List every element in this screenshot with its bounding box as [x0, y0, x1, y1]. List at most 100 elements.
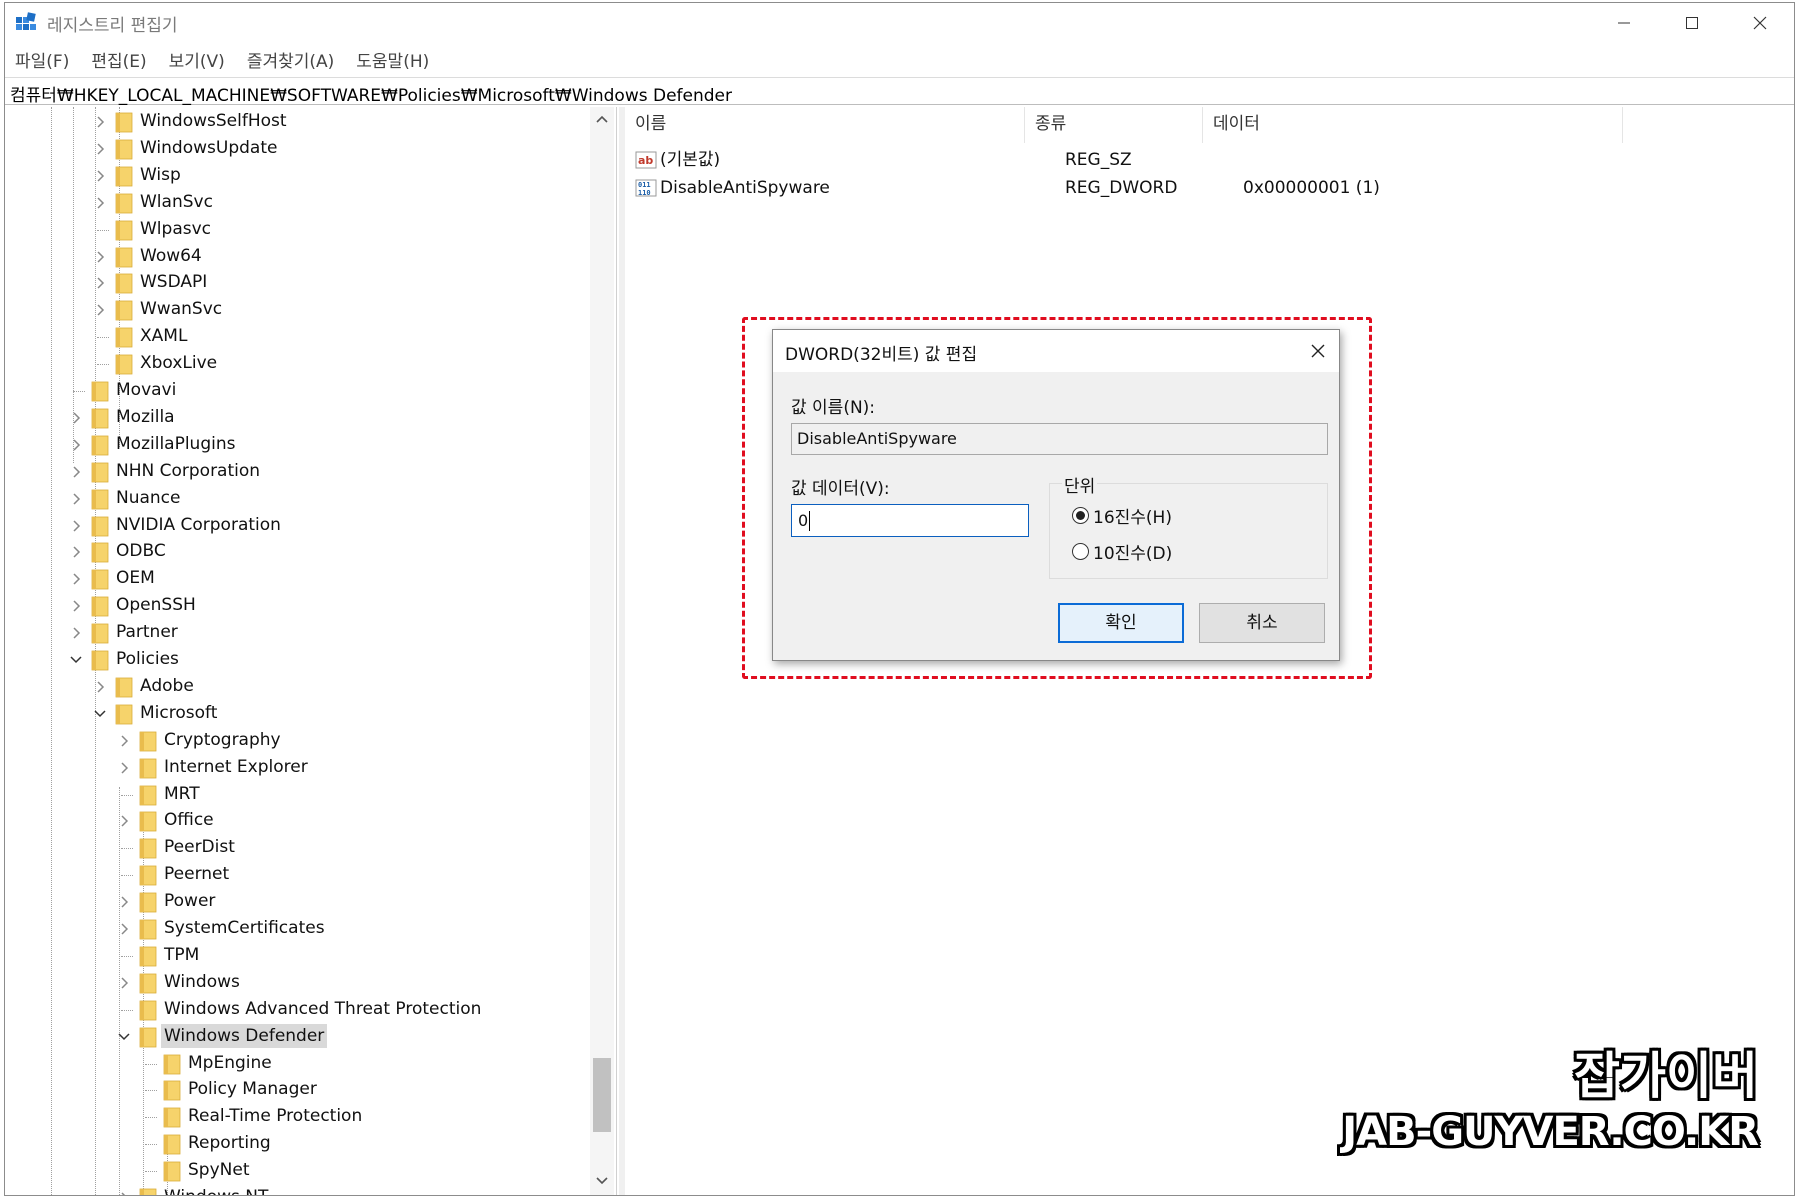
tree-item[interactable]: MpEngine [5, 1051, 585, 1077]
tree-item[interactable]: WlanSvc [5, 190, 585, 216]
tree-item[interactable]: PeerDist [5, 835, 585, 861]
tree-item[interactable]: Internet Explorer [5, 755, 585, 781]
tree-item[interactable]: Office [5, 808, 585, 834]
column-name-header[interactable]: 이름 [625, 107, 1025, 143]
tree-item[interactable]: Cryptography [5, 728, 585, 754]
tree-item[interactable]: ODBC [5, 539, 585, 565]
folder-icon [163, 1161, 181, 1182]
chevron-right-icon[interactable] [117, 812, 131, 830]
chevron-right-icon[interactable] [69, 517, 83, 535]
folder-icon [115, 193, 133, 214]
scroll-down-icon[interactable] [594, 1175, 610, 1187]
chevron-down-icon[interactable] [69, 651, 83, 669]
tree-item[interactable]: Policy Manager [5, 1077, 585, 1103]
menu-edit[interactable]: 편집(E) [81, 45, 146, 73]
radio-unselected-icon[interactable] [1072, 542, 1089, 560]
menu-file[interactable]: 파일(F) [5, 45, 69, 73]
tree-item[interactable]: Wow64 [5, 244, 585, 270]
tree-item[interactable]: NVIDIA Corporation [5, 513, 585, 539]
column-type-header[interactable]: 종류 [1025, 107, 1203, 143]
menu-help[interactable]: 도움말(H) [346, 45, 429, 73]
close-button[interactable] [1726, 3, 1794, 43]
tree-item[interactable]: Nuance [5, 486, 585, 512]
menu-view[interactable]: 보기(V) [159, 45, 225, 73]
chevron-down-icon[interactable] [117, 1028, 131, 1046]
chevron-right-icon[interactable] [93, 274, 107, 292]
tree-item[interactable]: Peernet [5, 862, 585, 888]
tree-item[interactable]: WSDAPI [5, 270, 585, 296]
radio-hexadecimal[interactable]: 16진수(H) [1072, 504, 1172, 528]
tree-item[interactable]: XboxLive [5, 351, 585, 377]
chevron-right-icon[interactable] [117, 893, 131, 911]
chevron-right-icon[interactable] [69, 543, 83, 561]
chevron-right-icon[interactable] [93, 248, 107, 266]
chevron-down-icon[interactable] [93, 705, 107, 723]
menu-favorites[interactable]: 즐겨찾기(A) [237, 45, 334, 73]
minimize-button[interactable] [1590, 3, 1658, 43]
chevron-right-icon[interactable] [69, 624, 83, 642]
chevron-right-icon[interactable] [93, 113, 107, 131]
radio-selected-icon[interactable] [1072, 506, 1089, 524]
tree-item[interactable]: Windows [5, 970, 585, 996]
tree-item[interactable]: MozillaPlugins [5, 432, 585, 458]
tree-item[interactable]: Windows NT [5, 1185, 585, 1196]
value-row[interactable]: ab (기본값) REG_SZ [625, 147, 1525, 173]
folder-icon [91, 542, 109, 563]
chevron-right-icon[interactable] [93, 167, 107, 185]
tree-item[interactable]: Policies [5, 647, 585, 673]
radio-decimal[interactable]: 10진수(D) [1072, 540, 1172, 564]
scroll-up-icon[interactable] [594, 113, 610, 125]
value-data-input[interactable]: 0 [791, 504, 1029, 537]
tree-item[interactable]: XAML [5, 324, 585, 350]
folder-icon [163, 1080, 181, 1101]
tree-scrollbar[interactable] [590, 107, 614, 1195]
folder-icon [139, 1000, 157, 1021]
chevron-right-icon[interactable] [117, 920, 131, 938]
tree-item[interactable]: Movavi [5, 378, 585, 404]
tree-item[interactable]: Power [5, 889, 585, 915]
chevron-right-icon[interactable] [117, 732, 131, 750]
chevron-right-icon[interactable] [93, 301, 107, 319]
chevron-right-icon[interactable] [69, 570, 83, 588]
chevron-right-icon[interactable] [117, 1189, 131, 1196]
value-row[interactable]: 011 110 DisableAntiSpyware REG_DWORD 0x0… [625, 175, 1525, 201]
chevron-right-icon[interactable] [93, 678, 107, 696]
column-data-header[interactable]: 데이터 [1203, 107, 1623, 143]
chevron-right-icon[interactable] [69, 490, 83, 508]
tree-item[interactable]: Real-Time Protection [5, 1104, 585, 1130]
tree-item[interactable]: SystemCertificates [5, 916, 585, 942]
tree-item[interactable]: WindowsSelfHost [5, 109, 585, 135]
tree-item[interactable]: Reporting [5, 1131, 585, 1157]
tree-item[interactable]: OEM [5, 566, 585, 592]
tree-item[interactable]: Microsoft [5, 701, 585, 727]
tree-item[interactable]: Wisp [5, 163, 585, 189]
cancel-button[interactable]: 취소 [1199, 603, 1325, 643]
tree-item[interactable]: NHN Corporation [5, 459, 585, 485]
tree-item[interactable]: Mozilla [5, 405, 585, 431]
maximize-button[interactable] [1658, 3, 1726, 43]
tree-item[interactable]: Adobe [5, 674, 585, 700]
chevron-right-icon[interactable] [117, 759, 131, 777]
tree-item[interactable]: TPM [5, 943, 585, 969]
tree-item[interactable]: Windows Defender [5, 1023, 585, 1050]
tree-item[interactable]: OpenSSH [5, 593, 585, 619]
scroll-thumb[interactable] [593, 1058, 611, 1132]
address-bar[interactable]: 컴퓨터₩HKEY_LOCAL_MACHINE₩SOFTWARE₩Policies… [5, 77, 1794, 106]
chevron-right-icon[interactable] [69, 463, 83, 481]
tree-item[interactable]: WindowsUpdate [5, 136, 585, 162]
tree-item[interactable]: SpyNet [5, 1158, 585, 1184]
chevron-right-icon[interactable] [93, 140, 107, 158]
chevron-right-icon[interactable] [93, 194, 107, 212]
tree-item[interactable]: MRT [5, 782, 585, 808]
tree-item-label: Real-Time Protection [188, 1106, 363, 1127]
chevron-right-icon[interactable] [117, 974, 131, 992]
tree-item[interactable]: Wlpasvc [5, 217, 585, 243]
chevron-right-icon[interactable] [69, 597, 83, 615]
tree-item[interactable]: Windows Advanced Threat Protection [5, 997, 585, 1023]
tree-item[interactable]: WwanSvc [5, 297, 585, 323]
chevron-right-icon[interactable] [69, 409, 83, 427]
chevron-right-icon[interactable] [69, 436, 83, 454]
tree-item[interactable]: Partner [5, 620, 585, 646]
ok-button[interactable]: 확인 [1058, 603, 1184, 643]
dialog-close-button[interactable] [1305, 338, 1331, 364]
